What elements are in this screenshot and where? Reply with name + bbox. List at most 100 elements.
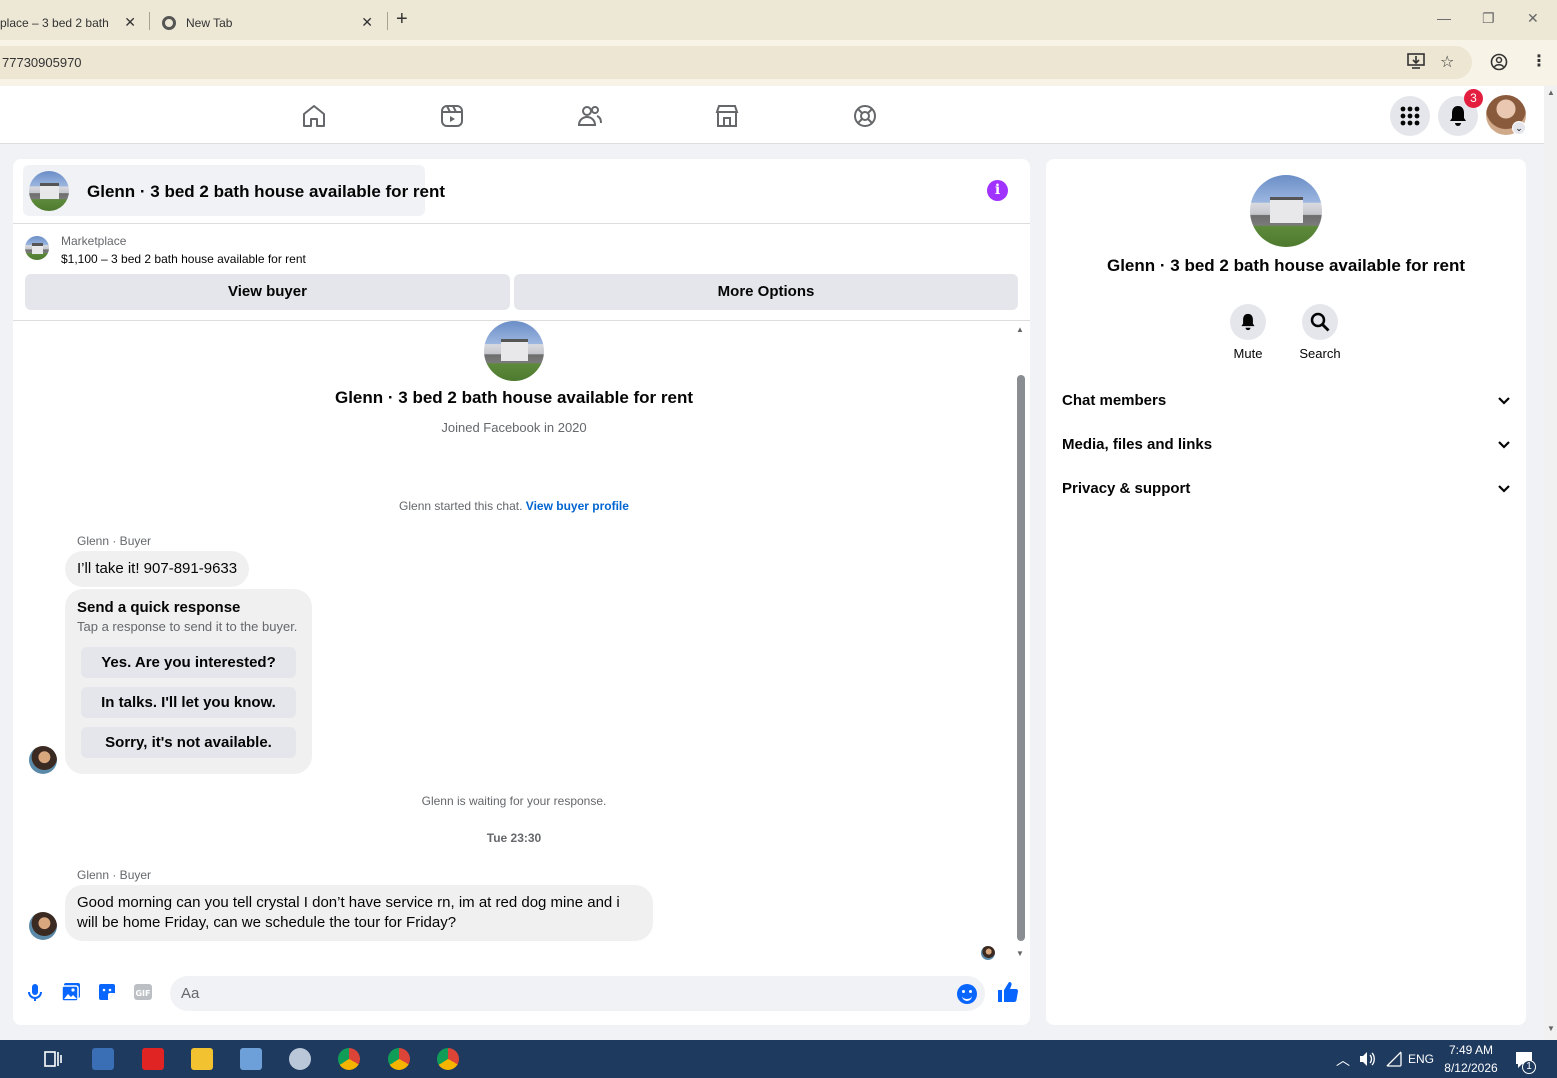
chat-started-notice: Glenn started this chat. View buyer prof… — [13, 499, 1015, 513]
message-thread: Glenn · 3 bed 2 bath house available for… — [13, 321, 1030, 961]
mute-label: Mute — [1233, 346, 1263, 361]
clock-time[interactable]: 7:49 AM — [1440, 1043, 1502, 1057]
window-close-icon[interactable]: ✕ — [1527, 10, 1539, 27]
tab-close-icon[interactable]: ✕ — [124, 14, 136, 31]
bell-icon — [1450, 106, 1466, 126]
listing-price-title: $1,100 – 3 bed 2 bath house available fo… — [61, 252, 306, 266]
chevron-down-icon[interactable]: ⌄ — [1512, 121, 1526, 135]
mute-button[interactable]: Mute — [1218, 304, 1278, 361]
buyer-avatar[interactable] — [29, 912, 57, 940]
quick-response-title: Send a quick response — [77, 599, 241, 616]
browser-menu-icon[interactable]: ⋮ — [1531, 51, 1547, 71]
language-indicator[interactable]: ENG — [1408, 1052, 1434, 1066]
clock-date[interactable]: 8/12/2026 — [1440, 1061, 1502, 1075]
chrome-icon[interactable] — [338, 1048, 360, 1070]
menu-grid-icon — [1400, 106, 1420, 126]
message-bubble[interactable]: I’ll take it! 907-891-9633 — [65, 551, 250, 587]
tab-new-tab[interactable]: New Tab ✕ — [150, 6, 385, 40]
file-explorer-icon[interactable] — [191, 1048, 213, 1070]
chat-scroll-up-icon[interactable]: ▲ — [1016, 325, 1024, 334]
divider — [13, 223, 1030, 224]
thumbs-up-icon[interactable] — [996, 980, 1020, 1004]
listing-profile-image — [1250, 175, 1322, 247]
scroll-up-arrow-icon[interactable]: ▲ — [1547, 88, 1555, 97]
chat-title: Glenn · 3 bed 2 bath house available for… — [87, 182, 446, 201]
computer-app-icon[interactable] — [92, 1048, 114, 1070]
quick-response-option[interactable]: Sorry, it's not available. — [81, 727, 296, 758]
message-bubble[interactable]: Good morning can you tell crystal I don’… — [65, 885, 653, 941]
sticker-icon[interactable] — [96, 981, 118, 1003]
tray-chevron-up-icon[interactable]: ︿ — [1336, 1050, 1350, 1070]
restore-icon[interactable]: ❐ — [1482, 10, 1495, 27]
friends-icon[interactable] — [577, 103, 603, 129]
section-chat-members[interactable]: Chat members — [1062, 379, 1510, 423]
chevron-down-icon — [1498, 485, 1510, 493]
notepad-icon[interactable] — [240, 1048, 262, 1070]
scroll-down-arrow-icon[interactable]: ▼ — [1547, 1024, 1555, 1033]
address-bar-row: 77730905970 ☆ ⋮ — [0, 40, 1557, 86]
emoji-icon[interactable] — [957, 984, 977, 1004]
browser-tab-bar: place – 3 bed 2 bath h ✕ New Tab ✕ + — ❐… — [0, 0, 1557, 40]
task-view-icon[interactable] — [42, 1048, 64, 1070]
bookmark-star-icon[interactable]: ☆ — [1440, 52, 1454, 72]
chrome-icon[interactable] — [388, 1048, 410, 1070]
tab-separator — [387, 12, 388, 30]
message-timestamp: Tue 23:30 — [486, 831, 542, 845]
listing-thumbnail — [25, 236, 49, 260]
listing-avatar — [29, 171, 69, 211]
quick-response-option[interactable]: Yes. Are you interested? — [81, 647, 296, 678]
section-media-files-links[interactable]: Media, files and links — [1062, 423, 1510, 467]
page-scrollbar[interactable]: ▲ ▼ — [1544, 86, 1557, 1040]
menu-grid-button[interactable] — [1390, 96, 1430, 136]
network-icon[interactable] — [1386, 1051, 1402, 1067]
microphone-icon[interactable] — [24, 981, 46, 1003]
chrome-icon — [162, 16, 176, 30]
install-app-icon[interactable] — [1407, 53, 1425, 74]
volume-icon[interactable] — [1358, 1050, 1376, 1068]
waiting-notice: Glenn is waiting for your response. — [421, 794, 607, 808]
section-label: Media, files and links — [1062, 436, 1213, 453]
quick-response-option[interactable]: In talks. I'll let you know. — [81, 687, 296, 718]
home-icon[interactable] — [301, 103, 327, 129]
section-privacy-support[interactable]: Privacy & support — [1062, 467, 1510, 511]
chrome-icon[interactable] — [437, 1048, 459, 1070]
chat-header[interactable]: Glenn · 3 bed 2 bath house available for… — [23, 165, 445, 216]
anydesk-icon[interactable] — [142, 1048, 164, 1070]
search-button[interactable]: Search — [1290, 304, 1350, 361]
seen-indicator-avatar — [981, 946, 995, 960]
view-buyer-profile-link[interactable]: View buyer profile — [526, 499, 629, 513]
chevron-down-icon — [1498, 441, 1510, 449]
tab-marketplace-label: place – 3 bed 2 bath h — [0, 16, 112, 30]
facebook-header — [0, 86, 1544, 144]
more-options-button[interactable]: More Options — [514, 274, 1018, 310]
gaming-icon[interactable] — [852, 103, 878, 129]
info-icon[interactable]: i — [987, 180, 1008, 201]
message-input[interactable]: Aa — [170, 976, 985, 1011]
panel-title: Glenn · 3 bed 2 bath house available for… — [1106, 256, 1466, 275]
joined-date: Joined Facebook in 2020 — [441, 420, 587, 435]
address-bar[interactable]: 77730905970 — [0, 46, 1472, 79]
tab-close-icon[interactable]: ✕ — [361, 14, 373, 31]
windows-taskbar: ︿ ENG 7:49 AM 8/12/2026 1 — [0, 1040, 1557, 1078]
bell-icon — [1230, 304, 1266, 340]
tab-marketplace[interactable]: place – 3 bed 2 bath h ✕ — [0, 6, 148, 40]
chat-scroll-down-icon[interactable]: ▼ — [1016, 949, 1024, 958]
profile-icon[interactable] — [1490, 53, 1508, 76]
chat-scrollbar-thumb[interactable] — [1017, 375, 1025, 941]
photo-icon[interactable] — [60, 981, 82, 1003]
section-label: Chat members — [1062, 392, 1167, 409]
new-tab-icon[interactable]: + — [396, 8, 408, 31]
minimize-icon[interactable]: — — [1437, 10, 1451, 26]
chat-panel: Glenn · 3 bed 2 bath house available for… — [13, 159, 1030, 1025]
thread-intro-name: Glenn · 3 bed 2 bath house available for… — [334, 388, 694, 407]
tab-new-tab-label: New Tab — [186, 16, 233, 30]
video-icon[interactable] — [439, 103, 465, 129]
marketplace-icon[interactable] — [714, 103, 740, 129]
view-buyer-button[interactable]: View buyer — [25, 274, 510, 310]
chevron-down-icon — [1498, 397, 1510, 405]
snipping-tool-icon[interactable] — [289, 1048, 311, 1070]
buyer-avatar[interactable] — [29, 746, 57, 774]
message-sender: Glenn · Buyer — [77, 534, 152, 548]
gif-icon[interactable]: GIF — [132, 981, 154, 1003]
search-icon — [1302, 304, 1338, 340]
